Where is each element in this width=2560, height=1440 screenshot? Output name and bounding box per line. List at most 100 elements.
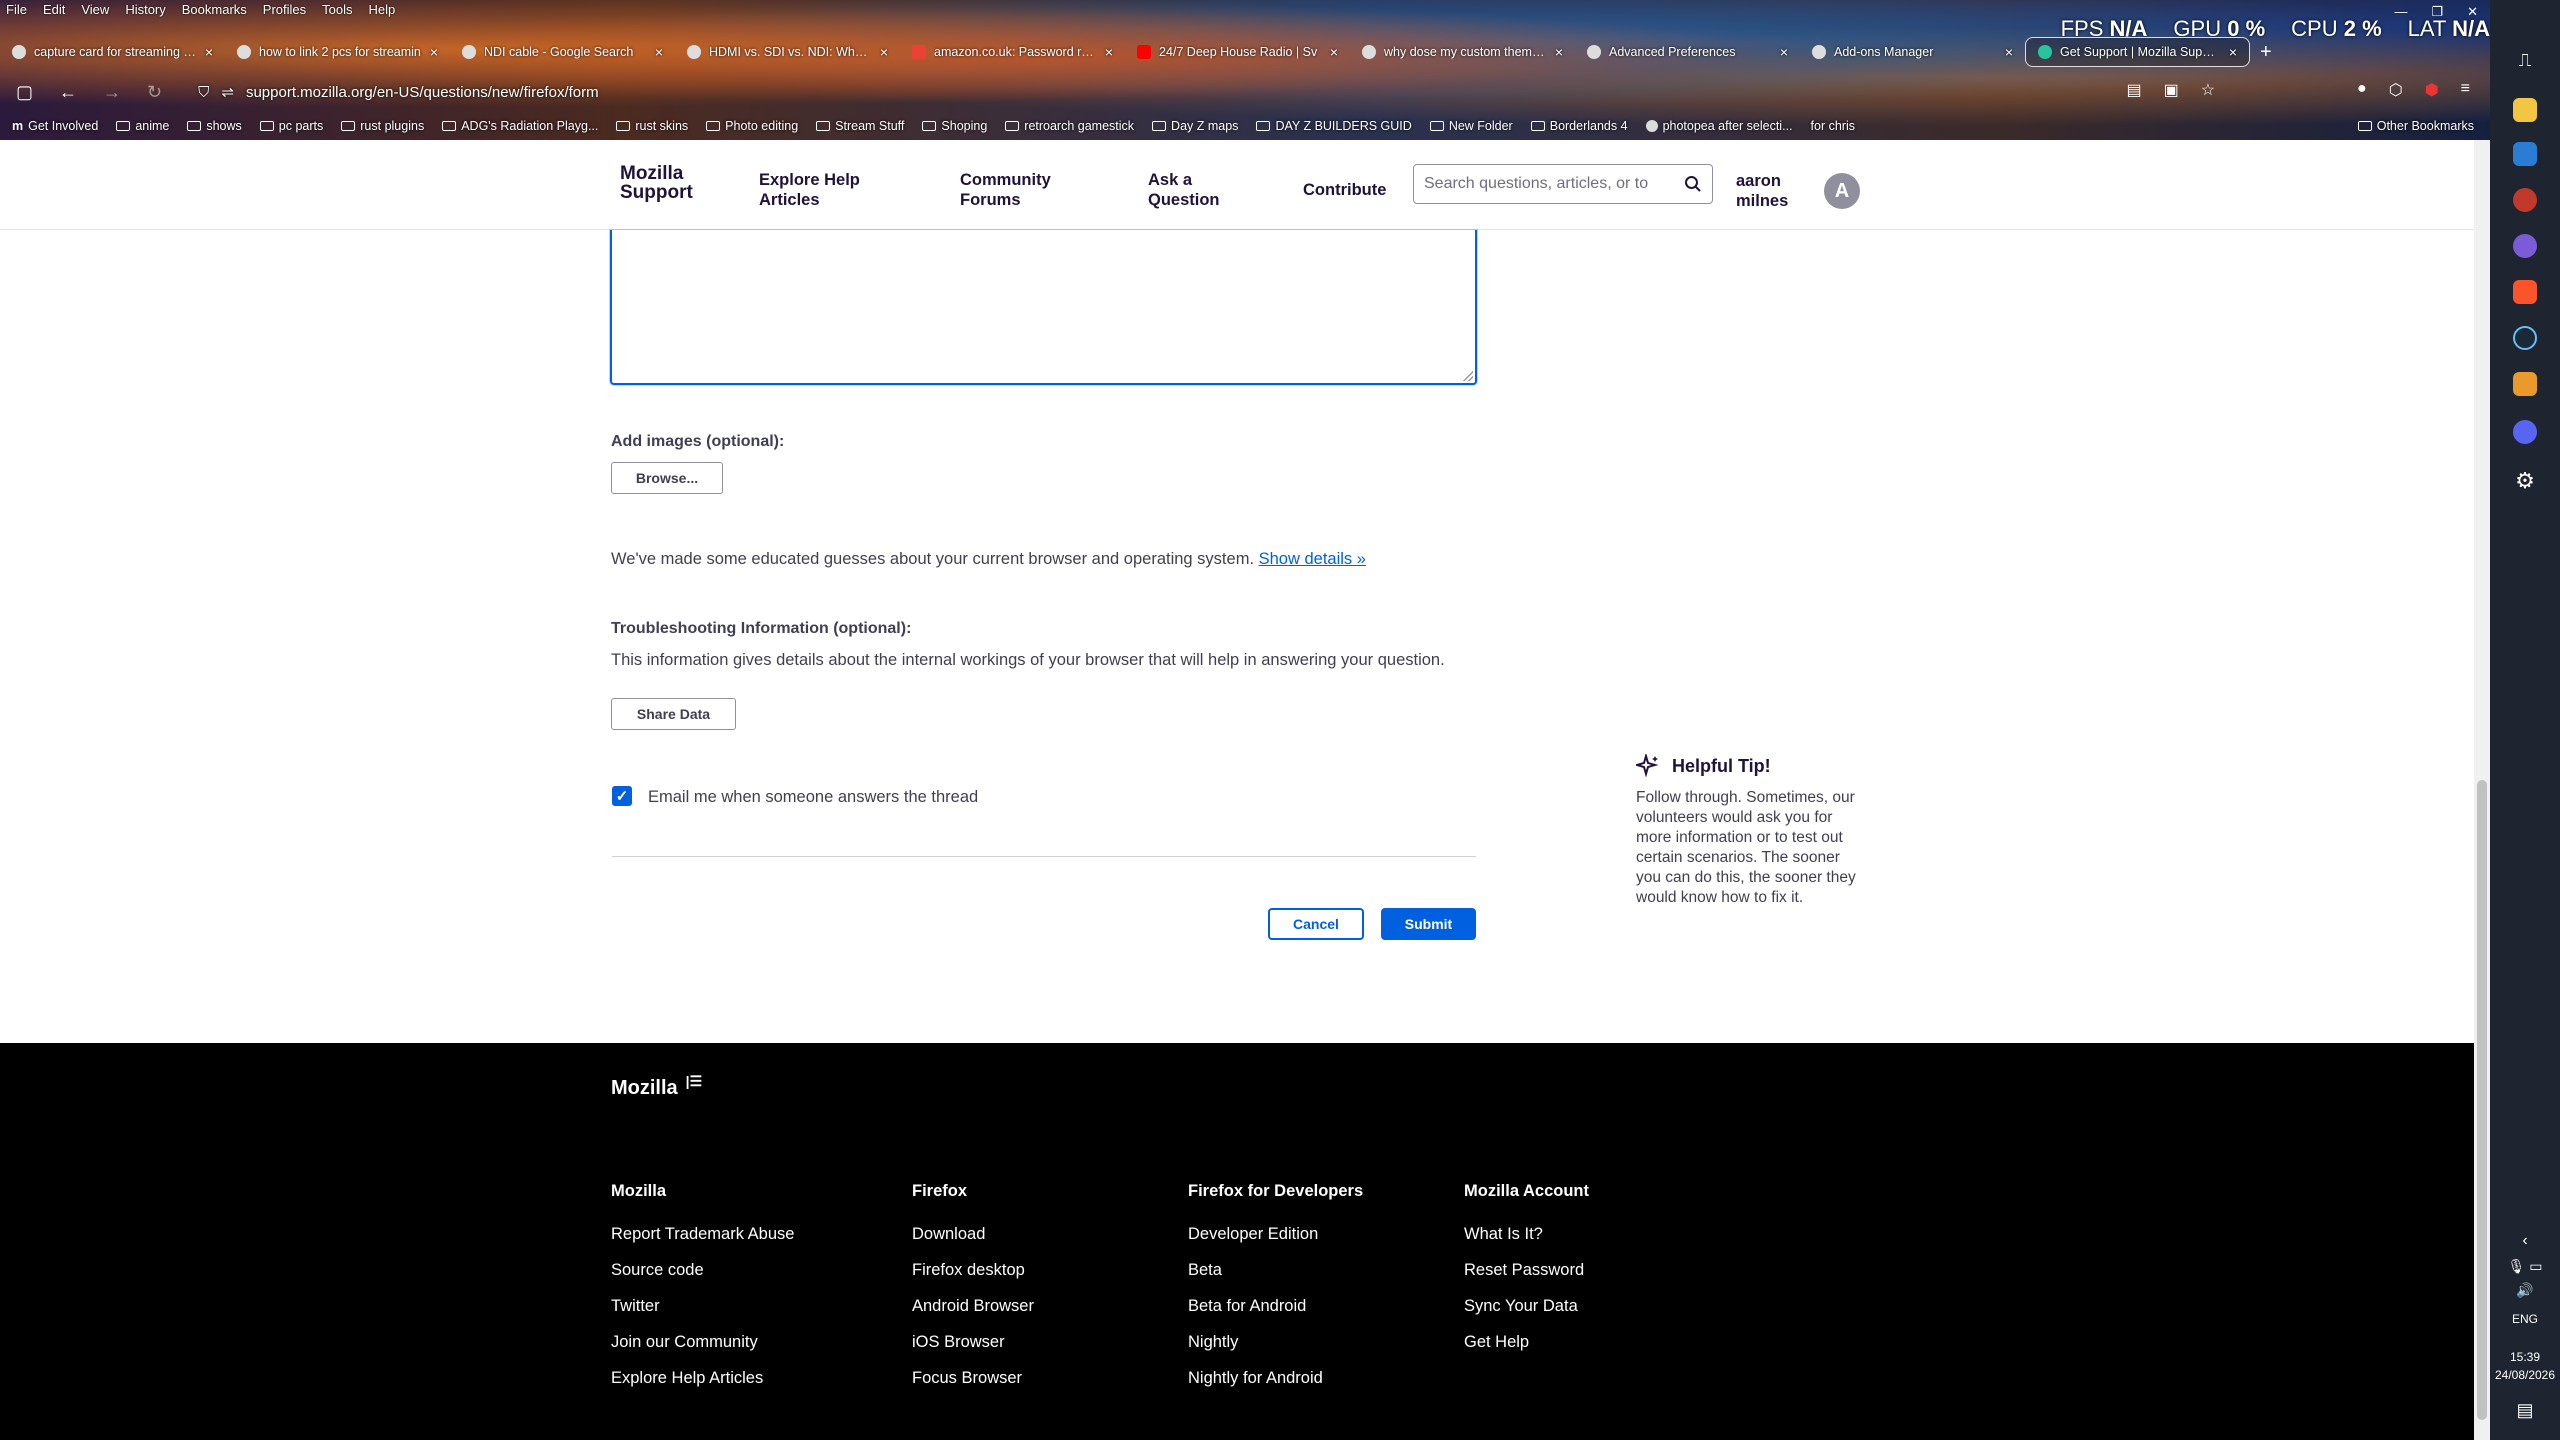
search-icon[interactable] [1684,175,1702,193]
menu-tools[interactable]: Tools [322,2,352,17]
footer-mozilla-logo[interactable]: Mozilla |☰ [611,1073,702,1100]
email-notify-checkbox[interactable]: ✓ [612,786,632,806]
scrollbar-thumb[interactable] [2477,780,2487,1420]
menu-icon[interactable]: ≡ [2461,80,2470,100]
bookmark-folder[interactable]: ADG's Radiation Playg... [442,119,598,133]
firefox-icon[interactable] [2513,234,2537,258]
clock-time[interactable]: 15:39 [2490,1350,2560,1364]
close-icon[interactable]: × [1330,44,1338,60]
footer-link[interactable]: Beta [1188,1260,1363,1280]
footer-link[interactable]: Beta for Android [1188,1296,1363,1316]
steam-icon[interactable] [2513,326,2537,350]
bookmark-folder[interactable]: New Folder [1429,119,1513,133]
user-name[interactable]: aaron milnes [1736,171,1788,211]
footer-link[interactable]: Join our Community [611,1332,794,1352]
bookmark-item[interactable]: m Get Involved [12,119,98,133]
nav-community-forums[interactable]: Community Forums [960,170,1051,210]
tab[interactable]: capture card for streaming - Go × [0,37,225,67]
email-notify-label[interactable]: Email me when someone answers the thread [648,787,978,807]
brave-icon[interactable] [2513,280,2537,304]
bookmark-item[interactable]: for chris [1811,119,1855,133]
nav-explore-help-articles[interactable]: Explore Help Articles [759,170,860,210]
footer-link[interactable]: Reset Password [1464,1260,1589,1280]
mic-network-icon[interactable]: 🎙 ▭ [2490,1258,2560,1275]
menu-view[interactable]: View [81,2,109,17]
footer-link[interactable]: Source code [611,1260,794,1280]
tab[interactable]: how to link 2 pcs for streamin × [225,37,450,67]
url-bar[interactable]: ⛉ ⇌ support.mozilla.org/en-US/questions/… [198,83,599,102]
search-box[interactable] [1413,164,1713,204]
footer-link[interactable]: iOS Browser [912,1332,1034,1352]
footer-link[interactable]: Get Help [1464,1332,1589,1352]
nav-contribute[interactable]: Contribute [1303,180,1386,200]
bookmark-folder[interactable]: Borderlands 4 [1530,119,1628,133]
menu-history[interactable]: History [125,2,165,17]
bookmark-folder[interactable]: rust plugins [341,119,424,133]
close-icon[interactable]: × [1780,44,1788,60]
bookmark-folder[interactable]: Photo editing [706,119,798,133]
reload-icon[interactable]: ↻ [147,82,162,103]
nav-ask-a-question[interactable]: Ask a Question [1148,170,1220,210]
tab[interactable]: amazon.co.uk: Password recov × [900,37,1125,67]
tab-active[interactable]: Get Support | Mozilla Support × [2025,37,2250,67]
chevron-left-icon[interactable]: ‹ [2490,1232,2560,1250]
reader-view-icon[interactable]: ▤ [2126,80,2141,100]
clock-date[interactable]: 24/08/2026 [2490,1368,2560,1382]
shield-icon[interactable]: ⛉ [198,84,209,101]
back-icon[interactable]: ← [59,82,77,103]
browse-button[interactable]: Browse... [611,462,723,494]
tab[interactable]: why dose my custom theme of × [1350,37,1575,67]
bookmark-folder[interactable]: pc parts [259,119,323,133]
footer-link[interactable]: Nightly for Android [1188,1368,1363,1388]
avatar[interactable]: A [1824,173,1860,209]
tab[interactable]: 24/7 Deep House Radio | Sv × [1125,37,1350,67]
file-explorer-icon[interactable] [2513,98,2537,122]
footer-link[interactable]: Sync Your Data [1464,1296,1589,1316]
bookmark-item[interactable]: photopea after selecti... [1645,119,1793,133]
tab[interactable]: Add-ons Manager × [1800,37,2025,67]
menu-bookmarks[interactable]: Bookmarks [182,2,247,17]
discord-icon[interactable] [2513,420,2537,444]
menu-help[interactable]: Help [369,2,396,17]
ublock-icon[interactable]: ⬢ [2425,80,2439,100]
bookmark-folder[interactable]: rust skins [616,119,688,133]
menu-file[interactable]: File [6,2,27,17]
picture-icon[interactable]: ▣ [2164,80,2179,100]
bookmark-folder[interactable]: Stream Stuff [816,119,904,133]
close-icon[interactable]: × [2229,44,2237,60]
question-details-textarea[interactable] [610,230,1477,385]
submit-button[interactable]: Submit [1381,908,1476,940]
close-icon[interactable]: × [880,44,888,60]
url-text[interactable]: support.mozilla.org/en-US/questions/new/… [246,84,599,101]
close-icon[interactable]: × [655,44,663,60]
footer-link[interactable]: Firefox desktop [912,1260,1034,1280]
account-icon[interactable]: ● [2357,80,2367,100]
menu-profiles[interactable]: Profiles [263,2,306,17]
notifications-icon[interactable]: ▤ [2490,1400,2560,1421]
pin-icon[interactable]: ⎍ [2490,50,2560,71]
forward-icon[interactable]: → [103,82,121,103]
footer-link[interactable]: Report Trademark Abuse [611,1224,794,1244]
minimize-icon[interactable]: — [2394,4,2407,20]
bookmark-folder[interactable]: Shoping [922,119,987,133]
language-indicator[interactable]: ENG [2490,1312,2560,1326]
other-bookmarks[interactable]: Other Bookmarks [2357,119,2474,133]
page-scrollbar[interactable] [2474,140,2490,1440]
mozilla-support-logo[interactable]: Mozilla Support [620,164,693,202]
tab[interactable]: Advanced Preferences × [1575,37,1800,67]
new-tab-icon[interactable]: + [2250,41,2282,64]
show-details-link[interactable]: Show details » [1259,550,1366,568]
footer-link[interactable]: What Is It? [1464,1224,1589,1244]
cancel-button[interactable]: Cancel [1268,908,1364,940]
close-window-icon[interactable]: ✕ [2467,4,2478,20]
close-icon[interactable]: × [205,44,213,60]
close-icon[interactable]: × [430,44,438,60]
menu-edit[interactable]: Edit [43,2,65,17]
close-icon[interactable]: × [1555,44,1563,60]
sidebar-toggle-icon[interactable]: ▢ [16,82,33,103]
resize-handle-icon[interactable] [1463,371,1473,381]
permissions-icon[interactable]: ⇌ [221,83,234,101]
opera-icon[interactable] [2513,188,2537,212]
java-icon[interactable] [2513,372,2537,396]
tab[interactable]: NDI cable - Google Search × [450,37,675,67]
